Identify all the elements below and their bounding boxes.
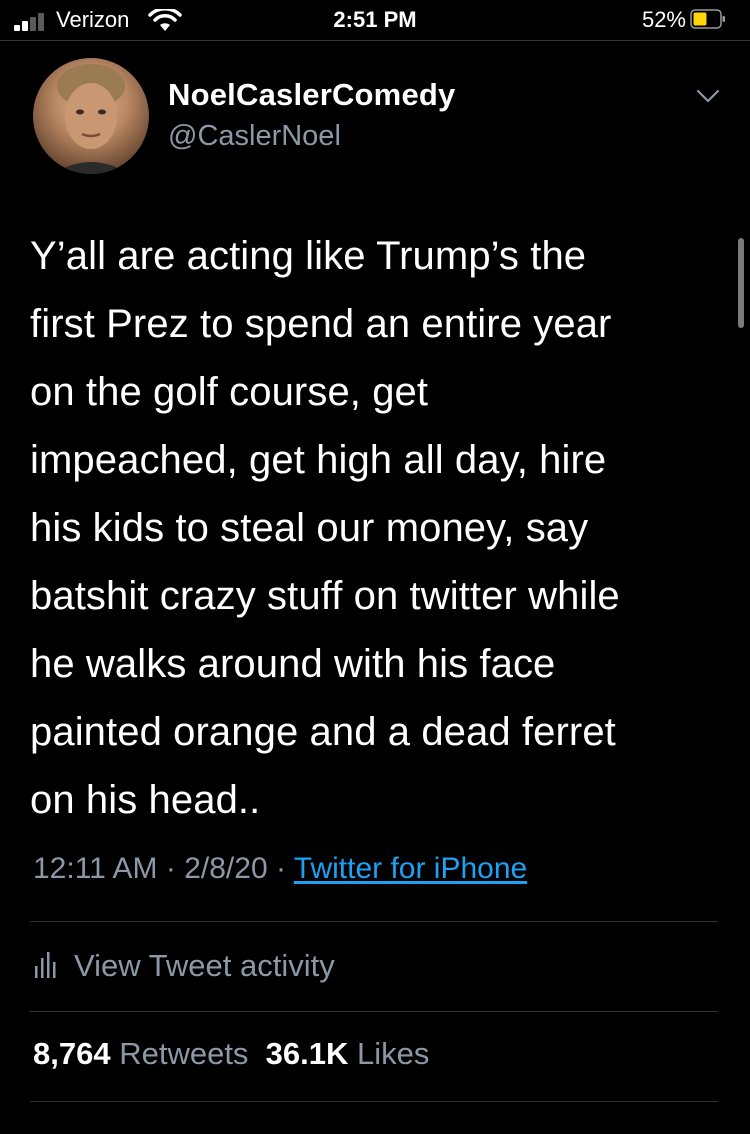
author-handle[interactable]: @CaslerNoel (168, 120, 341, 153)
analytics-icon (35, 952, 56, 978)
view-tweet-activity-label: View Tweet activity (74, 948, 335, 983)
tweet-text: Y’all are acting like Trump’s the first … (30, 234, 620, 822)
meta-separator: · (275, 852, 286, 885)
meta-separator: · (165, 852, 176, 885)
tweet-source-link[interactable]: Twitter for iPhone (294, 852, 527, 885)
divider (30, 921, 718, 922)
tweet-stats: 8,764 Retweets 36.1K Likes (33, 1036, 429, 1072)
scroll-indicator (738, 238, 744, 328)
tweet-date: 2/8/20 (184, 852, 268, 885)
divider (30, 1101, 718, 1102)
likes-stat[interactable]: 36.1K Likes (266, 1036, 430, 1071)
like-count: 36.1K (265, 1036, 349, 1071)
tweet-meta: 12:11 AM · 2/8/20 · Twitter for iPhone (33, 852, 527, 886)
tweet-time: 12:11 AM (33, 852, 158, 885)
retweets-stat[interactable]: 8,764 Retweets (33, 1036, 248, 1071)
status-time: 2:51 PM (333, 7, 417, 32)
author-display-name[interactable]: NoelCaslerComedy (168, 77, 455, 113)
divider (30, 1011, 718, 1012)
retweet-count: 8,764 (33, 1036, 111, 1071)
battery-percent: 52% (641, 7, 686, 32)
status-bar: Verizon 2:51 PM 52% (0, 0, 750, 41)
likes-label: Likes (357, 1036, 430, 1071)
retweets-label: Retweets (119, 1036, 249, 1071)
author-avatar[interactable] (33, 58, 149, 174)
chevron-down-icon[interactable] (694, 86, 722, 106)
battery-icon (690, 9, 725, 29)
